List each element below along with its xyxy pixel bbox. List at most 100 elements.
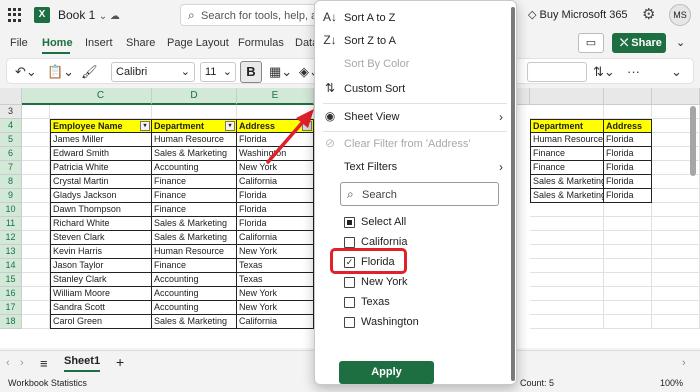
table-cell[interactable]: Accounting [152,273,237,287]
result-cell[interactable]: Florida [604,161,652,175]
format-painter-icon[interactable]: 🖌 [81,64,98,80]
column-header[interactable] [517,88,530,105]
vertical-scrollbar[interactable] [690,106,696,176]
table-cell[interactable]: William Moore [50,287,152,301]
borders-icon[interactable]: ▦⌄ [269,64,292,80]
result-cell[interactable]: Florida [604,133,652,147]
all-sheets-menu-icon[interactable]: ≡ [40,356,48,371]
row-header[interactable]: 9 [0,189,22,203]
table-cell[interactable]: New York [237,287,314,301]
row-header[interactable]: 13 [0,245,22,259]
ribbon-collapse-icon[interactable]: ⌄ [676,36,685,49]
search-input[interactable]: ⌕ Search for tools, help, and [180,4,329,26]
cell[interactable] [530,245,604,259]
column-header-c[interactable]: C [50,88,152,105]
cell[interactable] [22,105,50,119]
row-header[interactable]: 11 [0,217,22,231]
filter-option-texas[interactable]: Texas [315,294,511,312]
table-cell[interactable]: California [237,315,314,329]
row-header[interactable]: 5 [0,133,22,147]
result-cell[interactable]: Finance [530,147,604,161]
tab-page-layout[interactable]: Page Layout [167,37,229,49]
cell[interactable] [604,105,652,119]
cell[interactable] [22,203,50,217]
cell[interactable] [530,287,604,301]
column-header[interactable] [652,88,700,105]
column-header[interactable] [604,88,652,105]
table-cell[interactable]: Sales & Marketing [152,231,237,245]
result-cell[interactable]: Human Resource [530,133,604,147]
table-cell[interactable]: Stanley Clark [50,273,152,287]
row-header[interactable]: 14 [0,259,22,273]
share-button[interactable]: ⛌ Share ⌄ [612,33,666,69]
row-header[interactable]: 3 [0,105,22,119]
cell[interactable] [22,273,50,287]
bold-button[interactable]: B [240,61,262,83]
table-cell[interactable]: Florida [237,203,314,217]
result-cell[interactable]: Sales & Marketing [530,189,604,203]
result-header-cell[interactable]: Address [604,119,652,133]
cell[interactable] [22,133,50,147]
number-format-select[interactable] [527,62,587,82]
result-cell[interactable]: Florida [604,175,652,189]
filter-option-new-york[interactable]: New York [315,274,511,292]
checkbox[interactable] [344,277,355,288]
table-cell[interactable]: Finance [152,259,237,273]
more-options-icon[interactable]: ··· [627,64,640,79]
sheet-tab-sheet1[interactable]: Sheet1 [64,355,101,372]
cell[interactable] [652,231,700,245]
table-cell[interactable]: Finance [152,189,237,203]
table-cell[interactable]: Human Resource [152,245,237,259]
cell[interactable] [652,217,700,231]
table-cell[interactable]: Sales & Marketing [152,315,237,329]
table-cell[interactable]: Finance [152,175,237,189]
table-header-cell[interactable]: Department ▾ [152,119,237,133]
workbook-statistics[interactable]: Workbook Statistics [8,378,87,388]
row-header[interactable]: 16 [0,287,22,301]
table-cell[interactable]: Sales & Marketing [152,217,237,231]
table-cell[interactable]: California [237,175,314,189]
menu-item-sheet-view[interactable]: ◉ Sheet View › [315,106,511,128]
table-cell[interactable]: New York [237,245,314,259]
table-cell[interactable]: Jason Taylor [50,259,152,273]
cell[interactable] [22,147,50,161]
workbook-title[interactable]: Book 1 ⌄ ☁ [58,8,120,22]
checkbox[interactable] [344,217,355,228]
sort-filter-icon[interactable]: ⇅⌄ [593,64,615,80]
table-cell[interactable]: New York [237,301,314,315]
cell[interactable] [22,217,50,231]
cell[interactable] [530,259,604,273]
cell[interactable] [652,273,700,287]
cell[interactable] [530,231,604,245]
menu-item-sort-a-to-z[interactable]: A↓ Sort A to Z [315,7,511,29]
filter-option-washington[interactable]: Washington [315,314,511,332]
cell[interactable] [652,203,700,217]
table-cell[interactable]: Accounting [152,287,237,301]
cell[interactable] [530,105,604,119]
avatar[interactable]: MS [669,4,691,26]
scroll-right-icon[interactable]: › [20,357,24,369]
cell[interactable] [22,231,50,245]
table-cell[interactable]: Florida [237,189,314,203]
menu-item-text-filters[interactable]: Text Filters › [315,156,511,178]
cell[interactable] [604,287,652,301]
table-cell[interactable]: Sandra Scott [50,301,152,315]
cell[interactable] [22,245,50,259]
cell[interactable] [530,217,604,231]
column-header[interactable] [530,88,604,105]
cell[interactable] [22,301,50,315]
select-all-corner[interactable] [0,88,22,105]
cell[interactable] [22,189,50,203]
scroll-right-icon[interactable]: › [682,357,686,369]
cell[interactable] [652,189,700,203]
row-header[interactable]: 10 [0,203,22,217]
cell[interactable] [50,105,152,119]
tab-home[interactable]: Home [42,37,73,49]
add-sheet-icon[interactable]: + [116,354,124,370]
scroll-left-icon[interactable]: ‹ [6,357,10,369]
table-cell[interactable]: Sales & Marketing [152,147,237,161]
cell[interactable] [604,259,652,273]
cell[interactable] [22,259,50,273]
filter-dropdown-icon[interactable]: ▾ [140,121,150,131]
filter-search-input[interactable]: ⌕ Search [340,182,499,206]
